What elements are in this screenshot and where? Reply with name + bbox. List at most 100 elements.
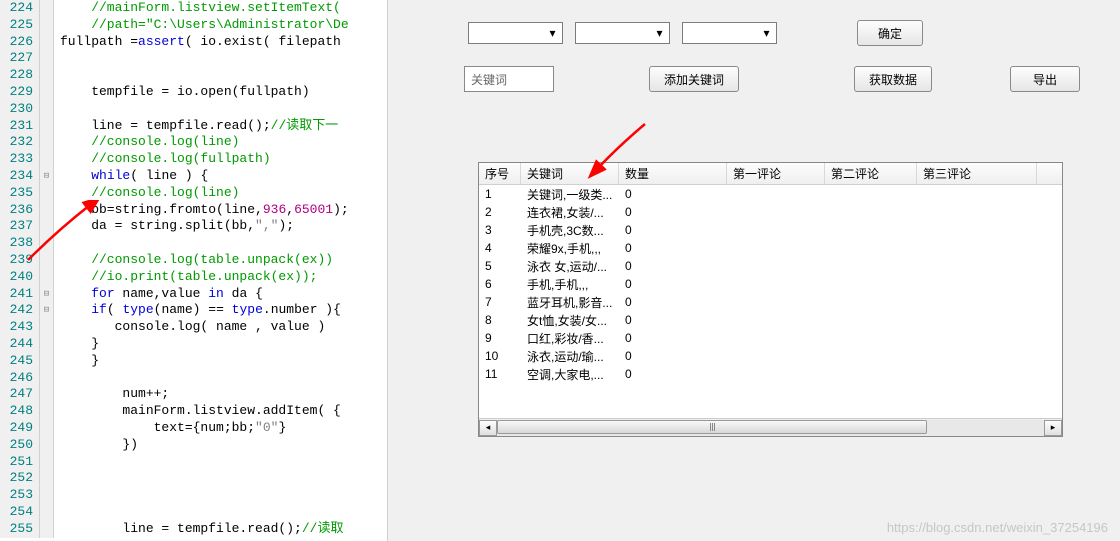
line-number: 230 [0,101,40,118]
table-row[interactable]: 5泳衣 女,运动/...0 [479,257,1062,275]
line-number: 234 [0,168,40,185]
line-number: 227 [0,50,40,67]
table-cell: 8 [479,313,521,327]
fold-marker [40,151,54,168]
fold-marker [40,252,54,269]
fold-marker [40,269,54,286]
combo-3[interactable]: ▾ [682,22,777,44]
code-line[interactable]: num++; [54,386,169,403]
table-cell: 0 [619,367,727,381]
fold-marker [40,353,54,370]
form-panel: ▾ ▾ ▾ 确定 关键词 添加关键词 获取数据 导出 序号关键词数量第一评论第二… [388,0,1120,541]
add-keyword-button[interactable]: 添加关键词 [649,66,739,92]
column-header[interactable]: 关键词 [521,163,619,184]
table-cell: 蓝牙耳机,影音... [521,294,619,311]
table-cell: 0 [619,331,727,345]
column-header[interactable]: 第三评论 [917,163,1037,184]
code-line[interactable] [54,454,60,471]
horizontal-scrollbar[interactable]: ◂ ▸ [479,418,1062,436]
listview[interactable]: 序号关键词数量第一评论第二评论第三评论 1关键词,一级类...02连衣裙,女装/… [478,162,1063,437]
code-line[interactable]: if( type(name) == type.number ){ [54,302,341,319]
code-line[interactable] [54,504,60,521]
table-cell: 关键词,一级类... [521,186,619,203]
code-line[interactable]: //path="C:\Users\Administrator\De [54,17,349,34]
table-row[interactable]: 4荣耀9x,手机,,,0 [479,239,1062,257]
table-row[interactable]: 11空调,大家电,...0 [479,365,1062,383]
line-number: 242 [0,302,40,319]
line-number: 229 [0,84,40,101]
code-line[interactable] [54,370,60,387]
code-line[interactable]: //console.log(line) [54,134,239,151]
code-line[interactable]: while( line ) { [54,168,208,185]
table-cell: 6 [479,277,521,291]
code-line[interactable]: }) [54,437,138,454]
table-cell: 荣耀9x,手机,,, [521,240,619,257]
scroll-left-icon[interactable]: ◂ [479,420,497,436]
table-row[interactable]: 9口红,彩妆/香...0 [479,329,1062,347]
scrollbar-thumb[interactable] [497,420,927,434]
code-line[interactable]: } [54,353,99,370]
column-header[interactable]: 数量 [619,163,727,184]
code-line[interactable]: bb=string.fromto(line,936,65001); [54,202,349,219]
code-line[interactable]: //console.log(line) [54,185,239,202]
table-cell: 2 [479,205,521,219]
code-line[interactable] [54,50,60,67]
code-line[interactable] [54,235,60,252]
code-line[interactable]: //console.log(table.unpack(ex)) [54,252,333,269]
fold-marker [40,134,54,151]
code-line[interactable]: //console.log(fullpath) [54,151,271,168]
line-number: 255 [0,521,40,538]
fold-marker[interactable]: ⊟ [40,168,54,185]
fold-marker [40,67,54,84]
fold-marker [40,521,54,538]
table-row[interactable]: 2连衣裙,女装/...0 [479,203,1062,221]
combo-1[interactable]: ▾ [468,22,563,44]
code-line[interactable]: fullpath =assert( io.exist( filepath [54,34,341,51]
column-header[interactable]: 第一评论 [727,163,825,184]
line-number: 224 [0,0,40,17]
line-number: 228 [0,67,40,84]
code-line[interactable] [54,67,60,84]
fold-marker[interactable]: ⊟ [40,286,54,303]
fold-marker [40,0,54,17]
code-line[interactable]: //mainForm.listview.setItemText( [54,0,341,17]
code-line[interactable]: mainForm.listview.addItem( { [54,403,341,420]
confirm-button[interactable]: 确定 [857,20,923,46]
column-header[interactable]: 第二评论 [825,163,917,184]
code-line[interactable]: da = string.split(bb,","); [54,218,294,235]
table-row[interactable]: 8女t恤,女装/女...0 [479,311,1062,329]
table-cell: 0 [619,349,727,363]
table-row[interactable]: 7蓝牙耳机,影音...0 [479,293,1062,311]
export-button[interactable]: 导出 [1010,66,1080,92]
table-row[interactable]: 3手机壳,3C数...0 [479,221,1062,239]
code-editor[interactable]: 224 //mainForm.listview.setItemText(225 … [0,0,388,541]
line-number: 237 [0,218,40,235]
scroll-right-icon[interactable]: ▸ [1044,420,1062,436]
code-line[interactable]: line = tempfile.read();//读取下一 [54,118,338,135]
code-line[interactable]: tempfile = io.open(fullpath) [54,84,310,101]
combo-2[interactable]: ▾ [575,22,670,44]
fold-marker[interactable]: ⊟ [40,302,54,319]
code-line[interactable] [54,487,60,504]
table-cell: 0 [619,223,727,237]
fold-marker [40,185,54,202]
code-line[interactable]: //io.print(table.unpack(ex)); [54,269,317,286]
code-line[interactable] [54,101,60,118]
line-number: 247 [0,386,40,403]
code-line[interactable]: } [54,336,99,353]
code-line[interactable] [54,470,60,487]
column-header[interactable]: 序号 [479,163,521,184]
table-row[interactable]: 6手机,手机,,,0 [479,275,1062,293]
keyword-input[interactable]: 关键词 [464,66,554,92]
table-row[interactable]: 10泳衣,运动/瑜...0 [479,347,1062,365]
code-line[interactable]: line = tempfile.read();//读取 [54,521,343,538]
fetch-data-button[interactable]: 获取数据 [854,66,932,92]
listview-header: 序号关键词数量第一评论第二评论第三评论 [479,163,1062,185]
code-line[interactable]: for name,value in da { [54,286,263,303]
code-line[interactable]: text={num;bb;"0"} [54,420,286,437]
fold-marker [40,437,54,454]
table-row[interactable]: 1关键词,一级类...0 [479,185,1062,203]
table-cell: 空调,大家电,... [521,366,619,383]
code-line[interactable]: console.log( name , value ) [54,319,325,336]
watermark: https://blog.csdn.net/weixin_37254196 [887,520,1108,535]
